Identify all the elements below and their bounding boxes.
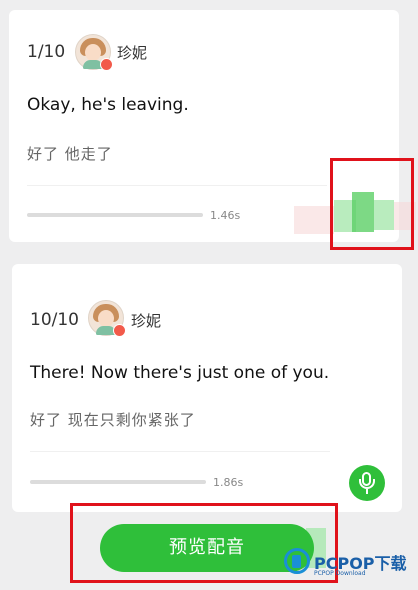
- audio-badge-icon: [113, 324, 126, 337]
- divider: [27, 185, 327, 186]
- speaker-name: 珍妮: [117, 44, 148, 62]
- chinese-translation: 好了 现在只剩你紧张了: [30, 411, 196, 429]
- english-sentence: There! Now there's just one of you.: [30, 363, 330, 383]
- dubbing-sentence-card: 10/10 珍妮 There! Now there's just one of …: [12, 264, 402, 512]
- speaker-name: 珍妮: [131, 312, 162, 330]
- english-sentence: Okay, he's leaving.: [27, 95, 189, 115]
- speaker-avatar: [75, 34, 113, 71]
- sentence-counter: 10/10: [30, 310, 79, 330]
- pcpop-watermark: PCPOP下载 PCPOP Download: [282, 544, 416, 590]
- audio-duration: 1.46s: [210, 209, 241, 222]
- chinese-translation: 好了 他走了: [27, 145, 113, 163]
- mosaic-blur: [294, 206, 334, 234]
- sentence-counter: 1/10: [27, 42, 66, 62]
- audio-badge-icon: [100, 58, 113, 71]
- audio-progress-track[interactable]: [30, 480, 206, 484]
- divider: [30, 451, 330, 452]
- pcpop-logo-icon: [284, 548, 310, 574]
- watermark-subtext: PCPOP Download: [314, 570, 366, 577]
- record-microphone-button[interactable]: [349, 465, 385, 501]
- audio-duration: 1.86s: [213, 476, 244, 489]
- speaker-avatar: [88, 300, 126, 337]
- audio-progress-track[interactable]: [27, 213, 203, 217]
- highlight-box-record: [330, 158, 414, 250]
